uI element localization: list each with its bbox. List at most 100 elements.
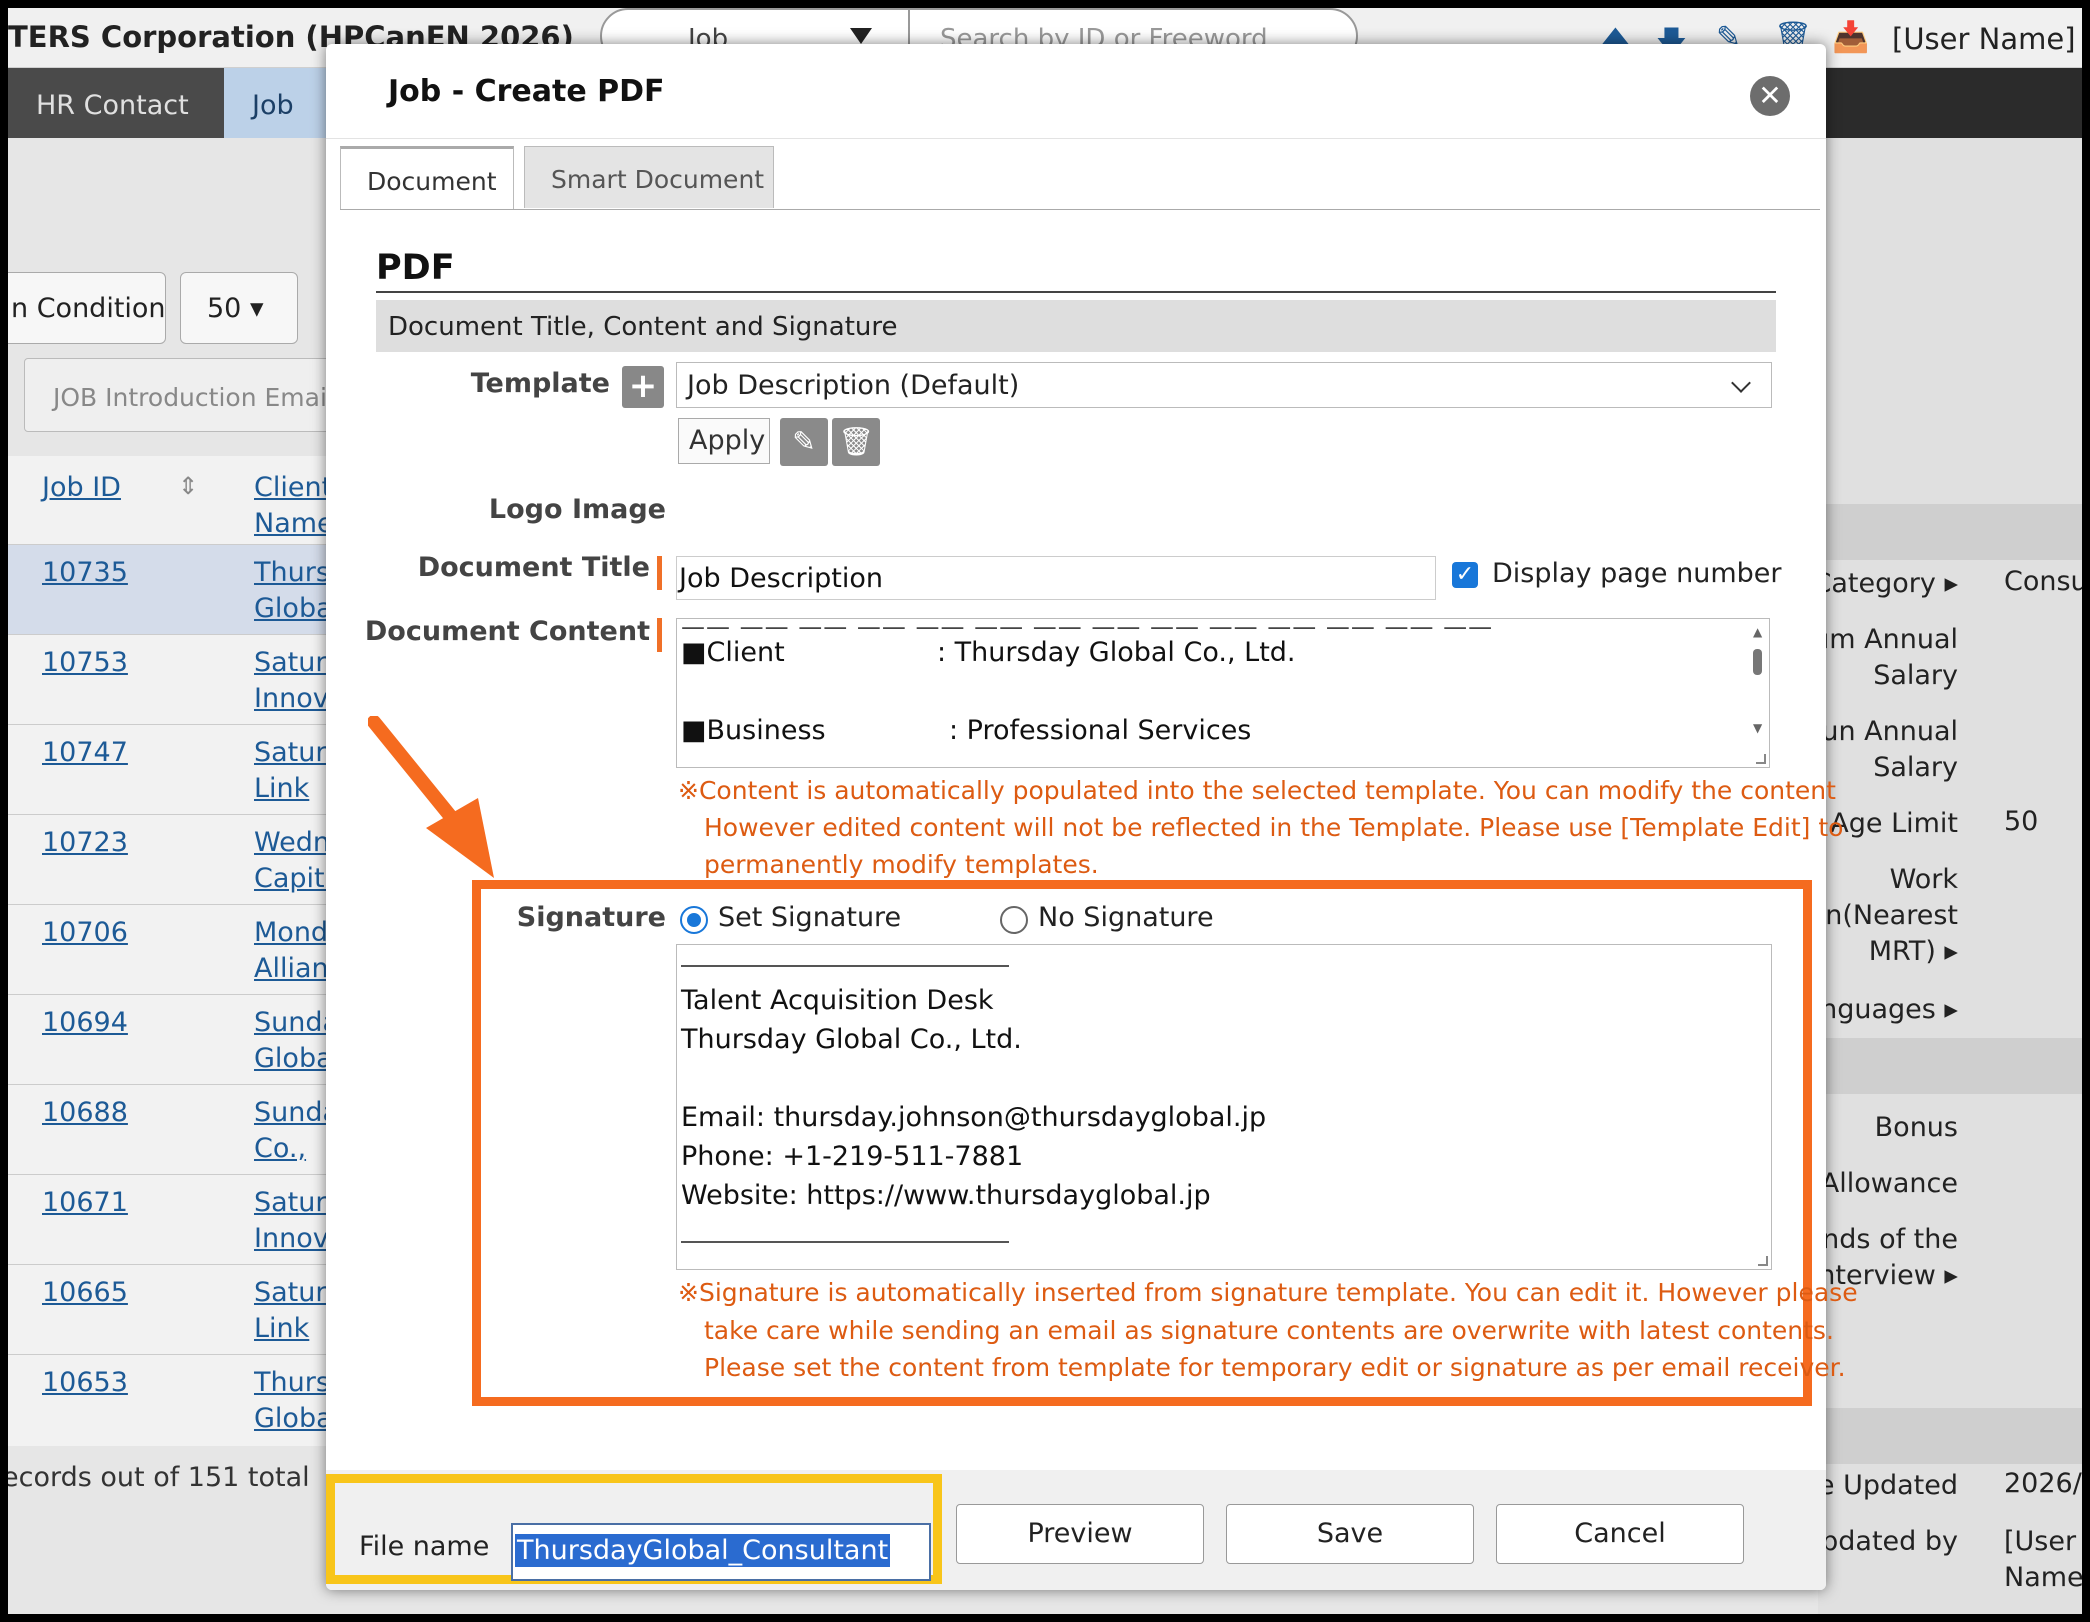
detail-category-value: Consu [2004,566,2082,597]
file-name-input[interactable]: ThursdayGlobal_Consultant [511,1523,931,1581]
detail-work-line3: MRT) ▸ [1868,936,1958,967]
table-row[interactable]: 10671 Satur Innov [8,1174,348,1264]
job-id-link[interactable]: 10747 [42,737,128,768]
scroll-thumb[interactable] [1753,649,1762,675]
client-name-link[interactable]: Satur Link C [254,735,334,807]
table-row[interactable]: 10747 Satur Link C [8,724,348,814]
job-id-link[interactable]: 10706 [42,917,128,948]
resize-handle-icon[interactable] [1756,754,1766,764]
document-content-textarea[interactable]: —— —— —— —— —— —— —— —— —— —— —— —— —— —… [676,618,1770,768]
table-row[interactable]: 10753 Satur Innov [8,634,348,724]
close-icon[interactable]: ✕ [1750,76,1790,116]
detail-work-line1: Work [1889,864,1958,895]
document-title-input[interactable]: Job Description [676,556,1436,600]
client-name-link[interactable]: Satur Innov [254,645,334,717]
signature-textarea[interactable]: Talent Acquisition Desk Thursday Global … [676,944,1772,1270]
divider [326,138,1826,139]
detail-updated-by-line2: Name [2004,1562,2082,1593]
user-menu[interactable]: [User Name] ▾ [1892,22,2082,56]
per-page-select[interactable]: 50 ▾ [180,272,298,344]
client-name-link[interactable]: Sunda Co., Lt [254,1095,334,1167]
table-row[interactable]: 10706 Mond Allian [8,904,348,994]
table-row[interactable]: 10723 Wedn Capita [8,814,348,904]
job-id-link[interactable]: 10694 [42,1007,128,1038]
client-name-link[interactable]: Thurs Globa [254,555,334,627]
client-name-link[interactable]: Sunda Globa [254,1005,334,1077]
job-intro-email-button[interactable]: JOB Introduction Email [24,358,354,432]
required-marker [657,556,662,590]
table-row[interactable]: 10665 Satur Link C [8,1264,348,1354]
client-name-link[interactable]: Thurs Globa [254,1365,334,1437]
set-signature-label[interactable]: Set Signature [718,902,901,933]
signature-note-line1: ※Signature is automatically inserted fro… [678,1278,1858,1307]
scroll-up-icon[interactable]: ▲ [1753,625,1762,639]
trash-icon[interactable]: 🗑 [832,418,880,466]
detail-category[interactable]: Category ▸ [1813,566,1958,602]
resize-handle-icon[interactable] [1758,1256,1768,1266]
job-id-link[interactable]: 10723 [42,827,128,858]
cancel-button[interactable]: Cancel [1496,1504,1744,1564]
table-row[interactable]: 10694 Sunda Globa [8,994,348,1084]
detail-updated-by-line1: [User [2004,1526,2077,1557]
save-button[interactable]: Save [1226,1504,1474,1564]
nav-job[interactable]: Job [224,68,334,138]
detail-max-salary-line2: Salary [1873,752,1958,783]
template-select[interactable]: Job Description (Default) [676,362,1772,408]
content-scrollbar[interactable]: ▲ ▼ [1747,619,1769,767]
sort-icon[interactable]: ⇕ [178,472,198,500]
divider [376,291,1776,293]
content-note-line1: ※Content is automatically populated into… [678,776,1836,805]
detail-age-value: 50 [2004,806,2039,837]
col-job-id[interactable]: Job ID [42,472,121,503]
content-note-line3: permanently modify templates. [704,850,1099,879]
job-id-link[interactable]: 10735 [42,557,128,588]
display-page-number-checkbox[interactable]: ✓ [1452,562,1478,588]
detail-date-value: 2026/0 [2004,1468,2082,1499]
file-name-value: ThursdayGlobal_Consultant [515,1534,891,1567]
signature-line: Email: thursday.johnson@thursdayglobal.j… [681,1102,1267,1133]
radio-selected-dot [687,913,701,927]
plus-icon[interactable]: + [622,366,664,408]
no-signature-label[interactable]: No Signature [1038,902,1214,933]
preview-button[interactable]: Preview [956,1504,1204,1564]
signature-note-line2: take care while sending an email as sign… [704,1316,1834,1345]
content-business-value: : Professional Services [949,715,1252,746]
detail-band [1818,504,2082,560]
job-id-link[interactable]: 10753 [42,647,128,678]
tab-smart-document[interactable]: Smart Document [524,146,774,208]
content-business-label: ■Business [681,715,826,746]
client-name-link[interactable]: Satur Link C [254,1275,334,1347]
job-id-link[interactable]: 10653 [42,1367,128,1398]
annotation-arrow-icon [368,716,494,878]
scroll-down-icon[interactable]: ▼ [1753,721,1762,735]
table-row[interactable]: 10735 Thurs Globa [8,544,348,634]
table-row[interactable]: 10653 Thurs Globa [8,1354,348,1444]
detail-updated-by-value: [User Name [2004,1524,2082,1596]
no-signature-radio[interactable] [1000,906,1028,934]
tab-document[interactable]: Document [340,146,514,210]
job-id-link[interactable]: 10665 [42,1277,128,1308]
client-name-link[interactable]: Satur Innov [254,1185,334,1257]
set-signature-radio[interactable] [680,906,708,934]
inbox-icon[interactable]: 📥 [1832,20,1869,55]
detail-min-salary-line2: Salary [1873,660,1958,691]
client-name-link[interactable]: Mond Allian [254,915,334,987]
detail-band [1818,1038,2082,1094]
pencil-icon[interactable]: ✎ [780,418,828,466]
nav-hr-contact[interactable]: HR Contact [8,68,224,138]
col-client-name[interactable]: Client Name [254,470,334,542]
detail-date-updated: te Updated [1807,1470,1958,1501]
job-id-link[interactable]: 10688 [42,1097,128,1128]
apply-button[interactable]: Apply [678,418,770,464]
content-client-value: : Thursday Global Co., Ltd. [937,637,1296,668]
signature-line: Phone: +1-219-511-7881 [681,1141,1024,1172]
client-name-link[interactable]: Wedn Capita [254,825,334,897]
table-row[interactable]: 10688 Sunda Co., Lt [8,1084,348,1174]
search-condition-button[interactable]: n Condition [8,272,166,344]
logo-image-label: Logo Image [488,494,666,525]
detail-languages[interactable]: nguages ▸ [1820,992,1958,1028]
job-id-link[interactable]: 10671 [42,1187,128,1218]
detail-band [1818,1408,2082,1464]
caret-down-icon [850,28,872,44]
job-table: Job ID ⇕ Client Name 10735 Thurs Globa 1075… [8,456,348,1446]
